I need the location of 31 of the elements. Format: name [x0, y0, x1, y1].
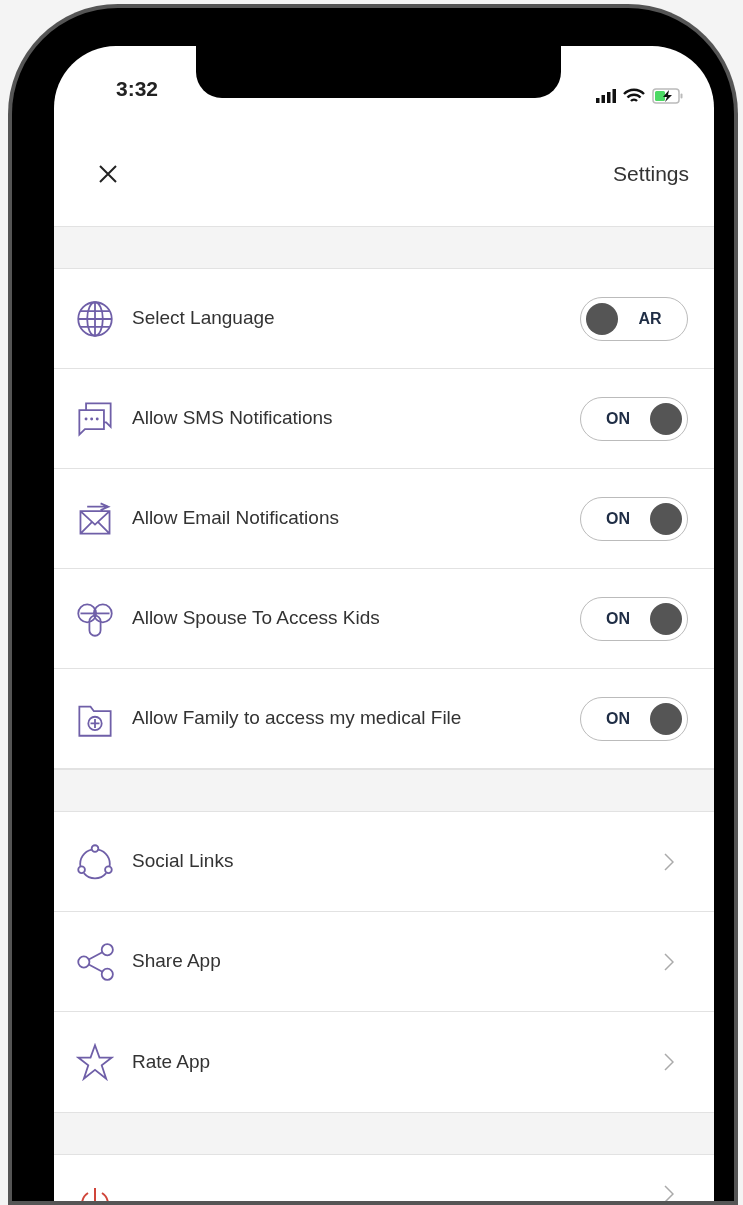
page-title: Settings [613, 160, 689, 187]
battery-charging-icon [652, 88, 684, 104]
menu-label: Rate App [132, 1049, 212, 1074]
menu-label: Share App [132, 949, 222, 974]
wifi-icon [623, 88, 645, 104]
status-time: 3:32 [116, 75, 159, 102]
star-icon [76, 1043, 114, 1081]
close-icon[interactable] [98, 163, 118, 184]
setting-label: Allow Family to access my medical File [132, 706, 463, 731]
network-icon [76, 842, 114, 881]
signal-icon [596, 89, 616, 103]
toggle-switch[interactable]: ON [580, 696, 688, 741]
chevron-right-icon [664, 852, 674, 871]
toggle-switch[interactable]: ON [580, 496, 688, 541]
toggle-switch[interactable]: ON [580, 396, 688, 441]
globe-icon [76, 299, 114, 338]
toggle-switch[interactable]: AR [580, 296, 688, 341]
setting-label: Allow SMS Notifications [132, 406, 334, 431]
menu-label: Social Links [132, 849, 235, 874]
setting-label: Allow Email Notifications [132, 506, 340, 531]
menu-row[interactable]: Share App [54, 912, 714, 1012]
setting-label: Select Language [132, 306, 276, 331]
chat-bubbles-icon [76, 399, 114, 438]
chevron-right-icon [664, 1053, 674, 1071]
chevron-right-icon [664, 1185, 674, 1201]
setting-label: Allow Spouse To Access Kids [132, 606, 381, 631]
menu-row[interactable]: Rate App [54, 1012, 714, 1112]
menu-row[interactable]: Social Links [54, 812, 714, 912]
chevron-right-icon [664, 952, 674, 971]
share-icon [76, 942, 114, 981]
toggle-switch[interactable]: ON [580, 596, 688, 641]
